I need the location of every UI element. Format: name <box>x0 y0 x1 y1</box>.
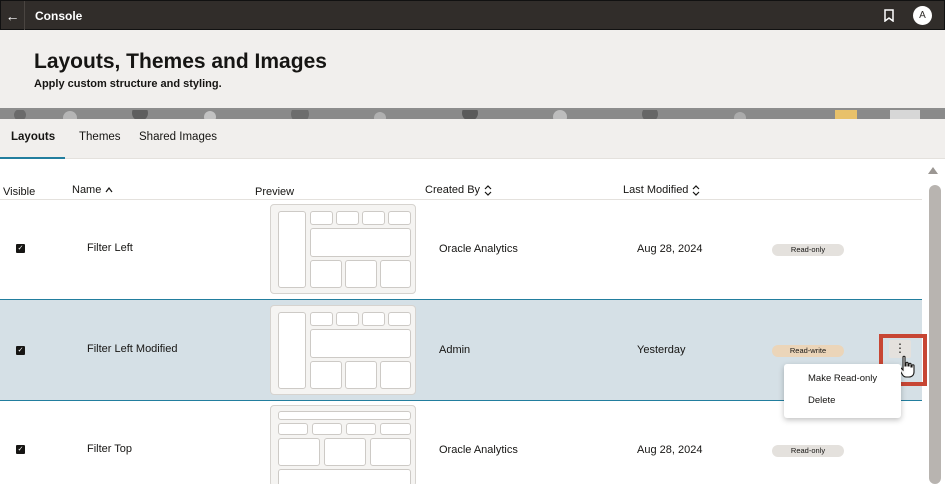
row-last-modified: Aug 28, 2024 <box>637 243 703 255</box>
row-created-by: Admin <box>439 344 471 356</box>
column-header-visible: Visible <box>3 186 36 198</box>
row-created-by: Oracle Analytics <box>439 243 518 255</box>
menu-item-delete[interactable]: Delete <box>808 395 835 406</box>
tab-shared-images[interactable]: Shared Images <box>139 119 217 159</box>
row-created-by: Oracle Analytics <box>439 444 518 456</box>
tab-themes[interactable]: Themes <box>79 119 121 159</box>
page-title: Layouts, Themes and Images <box>34 50 327 73</box>
top-bar: ← Console A <box>0 0 945 30</box>
bookmark-icon[interactable] <box>884 9 894 22</box>
column-header-preview: Preview <box>255 186 295 198</box>
app-title: Console <box>35 9 83 23</box>
page-subtitle: Apply custom structure and styling. <box>34 78 222 90</box>
column-header-created-by[interactable]: Created By <box>425 184 492 196</box>
layout-preview-thumbnail <box>270 204 416 294</box>
tab-bar: Layouts Themes Shared Images <box>0 119 945 159</box>
column-header-name[interactable]: Name <box>72 184 113 196</box>
sort-icon <box>693 184 700 196</box>
visible-checkbox[interactable]: ✓ <box>16 244 25 253</box>
status-badge: Read-only <box>772 445 844 457</box>
visible-checkbox[interactable]: ✓ <box>16 346 25 355</box>
layout-preview-thumbnail <box>270 405 416 484</box>
row-name: Filter Left Modified <box>87 343 178 355</box>
column-header-last-modified[interactable]: Last Modified <box>623 184 700 196</box>
page-header: Layouts, Themes and Images Apply custom … <box>0 30 945 108</box>
sort-icon <box>484 184 492 196</box>
tab-layouts[interactable]: Layouts <box>0 119 65 159</box>
decorative-banner <box>0 108 945 119</box>
scroll-up-arrow-icon[interactable] <box>928 167 938 174</box>
menu-item-make-read-only[interactable]: Make Read-only <box>808 373 877 384</box>
row-last-modified: Yesterday <box>637 344 686 356</box>
vertical-scrollbar[interactable] <box>929 185 941 484</box>
row-last-modified: Aug 28, 2024 <box>637 444 703 456</box>
context-menu: Make Read-only Delete <box>784 364 901 418</box>
layout-preview-thumbnail <box>270 305 416 395</box>
avatar[interactable]: A <box>913 6 932 25</box>
table-row[interactable]: ✓ Filter Left Oracle Analytics Aug 28, 2… <box>0 200 922 300</box>
status-badge: Read-only <box>772 244 844 256</box>
row-name: Filter Left <box>87 242 133 254</box>
status-badge: Read-write <box>772 345 844 357</box>
back-arrow-icon[interactable]: ← <box>1 1 25 30</box>
row-name: Filter Top <box>87 443 133 455</box>
sort-ascending-icon <box>105 187 113 193</box>
visible-checkbox[interactable]: ✓ <box>16 445 25 454</box>
